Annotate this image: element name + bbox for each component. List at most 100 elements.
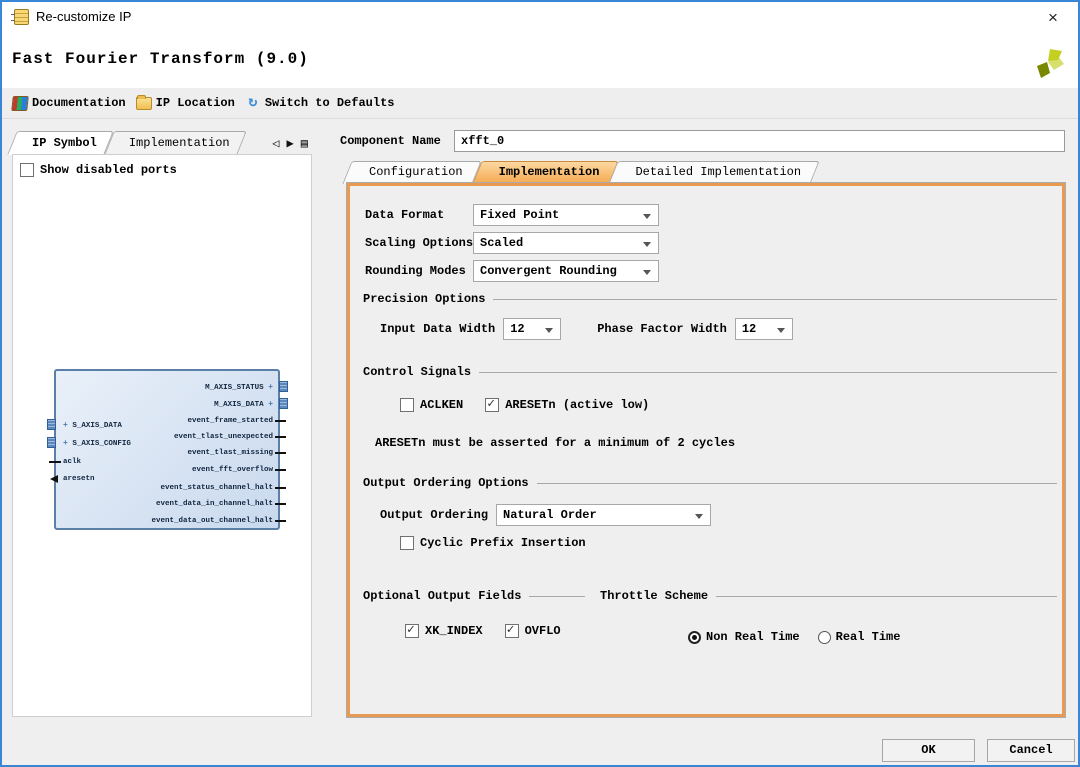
output-ordering-section: Output Ordering Options (363, 476, 1057, 490)
port-label: event_tlast_unexpected (173, 433, 273, 441)
expand-icon[interactable]: + (268, 383, 273, 392)
component-name-input[interactable] (454, 130, 1065, 152)
port-stub (275, 469, 286, 471)
expand-icon[interactable]: + (63, 439, 68, 448)
optional-fields-row: XK_INDEX OVFLO (405, 622, 561, 638)
expand-icon[interactable]: + (268, 400, 273, 409)
control-checkbox-row: ACLKEN ARESETn (active low) (400, 396, 650, 412)
rounding-modes-dropdown[interactable]: Convergent Rounding (473, 260, 659, 282)
toolbar: Documentation IP Location ↻ Switch to De… (2, 88, 1078, 119)
port-event-tlast-unexpected: event_tlast_unexpected (173, 433, 286, 442)
port-aclk: aclk (49, 458, 81, 467)
section-divider (716, 595, 1057, 597)
switch-to-defaults-button[interactable]: ↻ Switch to Defaults (243, 93, 397, 113)
port-stub (275, 452, 286, 454)
xk-index-checkbox[interactable] (405, 622, 419, 638)
page-title: Fast Fourier Transform (9.0) (12, 50, 309, 68)
close-icon[interactable]: × (1042, 7, 1064, 29)
precision-options-section: Precision Options (363, 292, 1057, 306)
port-label: event_status_channel_halt (160, 484, 273, 492)
real-time-label: Real Time (835, 630, 901, 644)
recustomize-ip-dialog: Re-customize IP × Fast Fourier Transform… (0, 0, 1080, 767)
cyclic-prefix-label: Cyclic Prefix Insertion (420, 536, 586, 550)
expand-icon[interactable]: + (63, 421, 68, 430)
port-stub (49, 461, 61, 463)
port-label: event_data_in_channel_halt (155, 500, 273, 508)
cancel-button[interactable]: Cancel (987, 739, 1075, 762)
non-real-time-radio[interactable] (688, 630, 701, 644)
window-title: Re-customize IP (36, 9, 132, 24)
left-tab-bar: IP Symbol Implementation ◁ ▶ ▤ (7, 129, 312, 155)
port-event-tlast-missing: event_tlast_missing (187, 449, 286, 458)
bus-interface-icon[interactable] (47, 419, 56, 430)
show-disabled-ports-checkbox[interactable] (20, 163, 34, 177)
title-bar: Re-customize IP × (2, 2, 1078, 32)
ip-block-icon (11, 9, 29, 25)
port-label: event_frame_started (187, 417, 273, 425)
cyclic-prefix-checkbox[interactable] (400, 536, 414, 550)
aresetn-label: ARESETn (active low) (505, 398, 650, 412)
real-time-radio-row[interactable]: Real Time (817, 630, 901, 644)
documentation-button[interactable]: Documentation (10, 94, 128, 113)
aresetn-checkbox-row[interactable]: ARESETn (active low) (485, 396, 650, 412)
real-time-radio[interactable] (817, 630, 831, 644)
width-row: Input Data Width 12 Phase Factor Width 1… (380, 318, 793, 340)
ip-symbol-panel: Show disabled ports + S_AXIS_DATA + S_AX… (12, 154, 312, 717)
aclken-checkbox-row[interactable]: ACLKEN (400, 398, 463, 412)
phase-factor-width-dropdown[interactable]: 12 (734, 318, 793, 340)
folder-icon (135, 94, 152, 110)
ip-location-button[interactable]: IP Location (134, 94, 237, 112)
output-ordering-dropdown[interactable]: Natural Order (496, 504, 712, 526)
tab-list-icon[interactable]: ▤ (301, 136, 308, 151)
data-format-dropdown[interactable]: Fixed Point (473, 204, 659, 226)
scaling-options-row: Scaling Options Scaled (365, 232, 659, 254)
aclken-checkbox[interactable] (400, 398, 414, 412)
phase-factor-width-label: Phase Factor Width (597, 322, 727, 336)
control-signals-header: Control Signals (363, 365, 472, 379)
tab-configuration[interactable]: Configuration (342, 161, 482, 184)
port-label: M_AXIS_DATA (214, 401, 264, 409)
xk-index-checkbox-row[interactable]: XK_INDEX (405, 622, 483, 638)
rounding-modes-value: Convergent Rounding (480, 264, 617, 278)
bus-interface-icon[interactable] (279, 381, 288, 392)
show-disabled-ports-row[interactable]: Show disabled ports (20, 163, 177, 177)
tab-ip-symbol-label: IP Symbol (32, 136, 97, 150)
bus-interface-icon[interactable] (47, 437, 56, 448)
ovflo-checkbox[interactable] (504, 622, 519, 638)
port-stub (275, 503, 286, 505)
data-format-label: Data Format (365, 208, 445, 222)
ok-button[interactable]: OK (882, 739, 975, 762)
tab-detailed-implementation[interactable]: Detailed Implementation (608, 161, 820, 184)
data-format-value: Fixed Point (480, 208, 560, 222)
data-format-row: Data Format Fixed Point (365, 204, 659, 226)
aresetn-checkbox[interactable] (485, 396, 500, 412)
section-divider (536, 482, 1057, 484)
scaling-options-dropdown[interactable]: Scaled (473, 232, 659, 254)
cyclic-prefix-checkbox-row[interactable]: Cyclic Prefix Insertion (400, 536, 586, 550)
ovflo-checkbox-row[interactable]: OVFLO (504, 622, 561, 638)
tab-nav: ◁ ▶ ▤ (272, 136, 312, 155)
xk-index-label: XK_INDEX (425, 624, 483, 638)
output-ordering-value: Natural Order (503, 508, 597, 522)
tab-prev-icon[interactable]: ◁ (272, 136, 279, 151)
output-ordering-header: Output Ordering Options (363, 476, 529, 490)
switch-to-defaults-label: Switch to Defaults (264, 96, 395, 110)
port-label: M_AXIS_STATUS (205, 384, 264, 392)
ip-symbol-block: + S_AXIS_DATA + S_AXIS_CONFIG aclk arese… (47, 369, 288, 530)
optional-output-fields-section: Optional Output Fields (363, 589, 585, 603)
port-label: S_AXIS_CONFIG (72, 440, 131, 448)
throttle-scheme-header: Throttle Scheme (600, 589, 709, 603)
rounding-modes-row: Rounding Modes Convergent Rounding (365, 260, 659, 282)
tab-implementation-left[interactable]: Implementation (103, 131, 247, 155)
bus-interface-icon[interactable] (279, 398, 288, 409)
xilinx-logo (1037, 49, 1064, 78)
control-signals-section: Control Signals (363, 365, 1057, 379)
tab-implementation[interactable]: Implementation (471, 161, 619, 184)
input-data-width-dropdown[interactable]: 12 (503, 318, 562, 340)
non-real-time-radio-row[interactable]: Non Real Time (688, 630, 800, 644)
tab-ip-symbol[interactable]: IP Symbol (7, 131, 114, 155)
tab-next-icon[interactable]: ▶ (287, 136, 294, 151)
aclken-label: ACLKEN (420, 398, 464, 412)
port-label: S_AXIS_DATA (72, 422, 122, 430)
ip-location-label: IP Location (155, 96, 235, 110)
